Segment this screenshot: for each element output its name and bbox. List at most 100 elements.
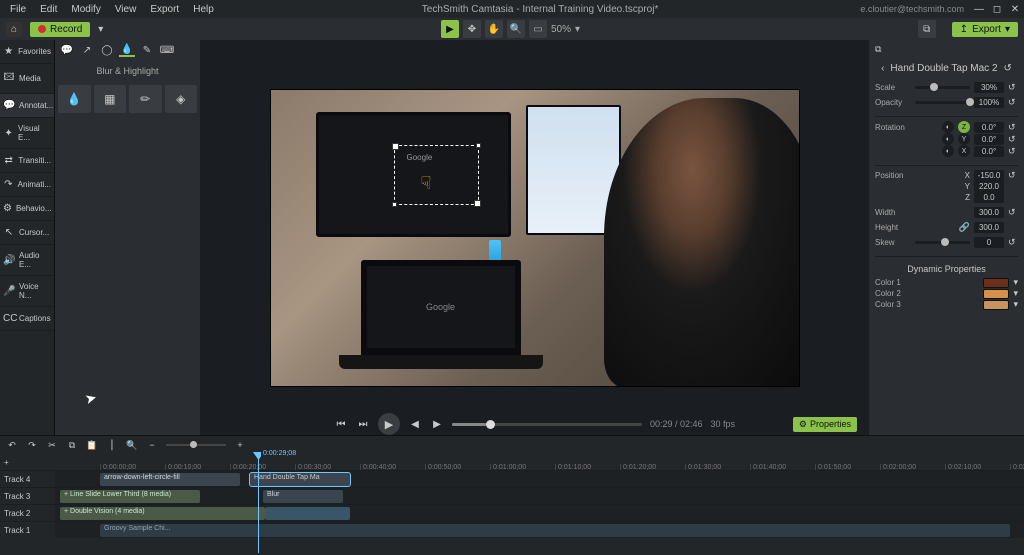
menu-modify[interactable]: Modify — [65, 2, 106, 17]
width-value[interactable]: 300.0 — [974, 207, 1004, 218]
copy-icon[interactable]: ⧉ — [66, 440, 78, 451]
position-y-value[interactable]: 220.0 — [974, 181, 1004, 192]
tab-blur-icon[interactable]: 💧 — [119, 43, 135, 57]
user-email[interactable]: e.cloutier@techsmith.com — [860, 4, 964, 14]
menu-view[interactable]: View — [109, 2, 143, 17]
rotation-z-reset-icon[interactable]: ↺ — [1008, 122, 1018, 133]
zoom-out-icon[interactable]: 🔍 — [126, 440, 138, 451]
tab-arrows-icon[interactable]: ↗ — [79, 43, 95, 57]
properties-button[interactable]: ⚙Properties — [793, 417, 857, 432]
track-3[interactable]: Track 3 + Line Slide Lower Third (8 medi… — [0, 487, 1024, 504]
color2-swatch[interactable] — [983, 289, 1009, 299]
step-forward-icon[interactable]: ▶ — [430, 417, 444, 431]
rotation-z-value[interactable]: 0.0° — [974, 122, 1004, 133]
split-icon[interactable]: ⎮ — [106, 440, 118, 451]
preview-canvas[interactable]: Google ☟ Google — [270, 89, 800, 387]
zoom-chevron-icon[interactable]: ▾ — [575, 24, 580, 35]
hand-tap-icon[interactable]: ☟ — [421, 173, 432, 194]
effect-spotlight[interactable]: ◈ — [165, 85, 198, 113]
sidebar-annotations[interactable]: 💬Annotat... — [0, 94, 54, 118]
sidebar-behaviors[interactable]: ⚙Behavio... — [0, 197, 54, 221]
selection-box[interactable] — [394, 145, 479, 205]
clip-double-vision[interactable]: + Double Vision (4 media) — [60, 507, 265, 520]
close-icon[interactable]: ✕ — [1010, 4, 1020, 14]
skew-slider[interactable] — [915, 241, 970, 244]
cut-icon[interactable]: ✂ — [46, 440, 58, 451]
rotation-axis-icon[interactable]: ◐ — [942, 133, 954, 145]
redo-icon[interactable]: ↷ — [26, 440, 38, 451]
undo-icon[interactable]: ↶ — [6, 440, 18, 451]
reset-all-icon[interactable]: ↺ — [1004, 63, 1012, 74]
position-x-value[interactable]: -150.0 — [974, 170, 1004, 181]
effect-blur[interactable]: 💧 — [58, 85, 91, 113]
scrubber[interactable] — [452, 423, 642, 426]
tab-keystroke-icon[interactable]: ⌨ — [159, 43, 175, 57]
rotation-y-value[interactable]: 0.0° — [974, 134, 1004, 145]
timeline-zoom-slider[interactable] — [166, 444, 226, 446]
effect-highlight[interactable]: ▦ — [94, 85, 127, 113]
zoom-value[interactable]: 50% — [551, 24, 571, 35]
rotation-y-reset-icon[interactable]: ↺ — [1008, 134, 1018, 145]
export-button[interactable]: ↥ Export ▾ — [952, 22, 1018, 37]
opacity-value[interactable]: 100% — [974, 97, 1004, 108]
sidebar-animations[interactable]: ↷Animati... — [0, 173, 54, 197]
clip-video[interactable] — [265, 507, 350, 520]
record-button[interactable]: Record — [30, 22, 90, 37]
tab-sketch-icon[interactable]: ✎ — [139, 43, 155, 57]
sidebar-favorites[interactable]: ★Favorites — [0, 40, 54, 64]
axis-z-button[interactable]: Z — [958, 121, 970, 133]
magnify-tool-icon[interactable]: 🔍 — [507, 20, 525, 38]
effect-pixelate[interactable]: ✏ — [129, 85, 162, 113]
sidebar-media[interactable]: 🖾Media — [0, 64, 54, 94]
rotation-axis-icon[interactable]: ◐ — [942, 145, 954, 157]
crop-tool-icon[interactable]: ✥ — [463, 20, 481, 38]
axis-x-button[interactable]: X — [958, 145, 970, 157]
plus-icon[interactable]: + — [234, 440, 246, 450]
color1-swatch[interactable] — [983, 278, 1009, 288]
opacity-slider[interactable] — [915, 101, 970, 104]
clip-blur[interactable]: Blur — [263, 490, 343, 503]
clip-hand-tap[interactable]: Hand Double Tap Ma — [250, 473, 350, 486]
clip-lower-third[interactable]: + Line Slide Lower Third (8 media) — [60, 490, 200, 503]
add-track-icon[interactable]: + — [4, 458, 9, 467]
scale-slider[interactable] — [915, 86, 970, 89]
next-clip-icon[interactable]: ⏭ — [356, 417, 370, 431]
menu-help[interactable]: Help — [187, 2, 220, 17]
play-button[interactable]: ▶ — [378, 413, 400, 435]
track-1[interactable]: Track 1 Groovy Sample Chi... — [0, 521, 1024, 538]
chevron-left-icon[interactable]: ‹ — [881, 63, 884, 74]
tab-callouts-icon[interactable]: 💬 — [59, 43, 75, 57]
height-value[interactable]: 300.0 — [974, 222, 1004, 233]
fit-icon[interactable]: ▭ — [529, 20, 547, 38]
step-back-icon[interactable]: ◀ — [408, 417, 422, 431]
rotation-x-value[interactable]: 0.0° — [974, 146, 1004, 157]
clip-audio[interactable]: Groovy Sample Chi... — [100, 524, 1010, 537]
track-4[interactable]: Track 4 arrow-down-left-circle-fill Hand… — [0, 470, 1024, 487]
toolbar-chevron-icon[interactable]: ▾ — [98, 24, 103, 35]
scale-reset-icon[interactable]: ↺ — [1008, 82, 1018, 93]
minus-icon[interactable]: − — [146, 440, 158, 450]
skew-reset-icon[interactable]: ↺ — [1008, 237, 1018, 248]
opacity-reset-icon[interactable]: ↺ — [1008, 97, 1018, 108]
maximize-icon[interactable]: ◻ — [992, 4, 1002, 14]
tab-shapes-icon[interactable]: ◯ — [99, 43, 115, 57]
position-z-value[interactable]: 0.0 — [974, 192, 1004, 203]
hand-tool-icon[interactable]: ✋ — [485, 20, 503, 38]
playhead[interactable] — [258, 452, 259, 553]
menu-export[interactable]: Export — [144, 2, 185, 17]
skew-value[interactable]: 0 — [974, 237, 1004, 248]
sidebar-cursor-effects[interactable]: ↖Cursor... — [0, 221, 54, 245]
sidebar-transitions[interactable]: ⇄Transiti... — [0, 149, 54, 173]
position-reset-icon[interactable]: ↺ — [1008, 170, 1018, 181]
timeline-ruler[interactable]: 0:00:00;00 0:00:10;00 0:00:20;00 0:00:30… — [55, 454, 1024, 470]
track-2[interactable]: Track 2 + Double Vision (4 media) — [0, 504, 1024, 521]
link-icon[interactable]: 🔗 — [959, 222, 970, 233]
detach-canvas-icon[interactable]: ⧉ — [918, 20, 936, 38]
rotation-x-reset-icon[interactable]: ↺ — [1008, 146, 1018, 157]
sidebar-captions[interactable]: CCCaptions — [0, 307, 54, 331]
color3-swatch[interactable] — [983, 300, 1009, 310]
paste-icon[interactable]: 📋 — [86, 440, 98, 451]
select-tool-icon[interactable]: ▶ — [441, 20, 459, 38]
home-icon[interactable]: ⌂ — [6, 22, 22, 37]
menu-file[interactable]: File — [4, 2, 32, 17]
